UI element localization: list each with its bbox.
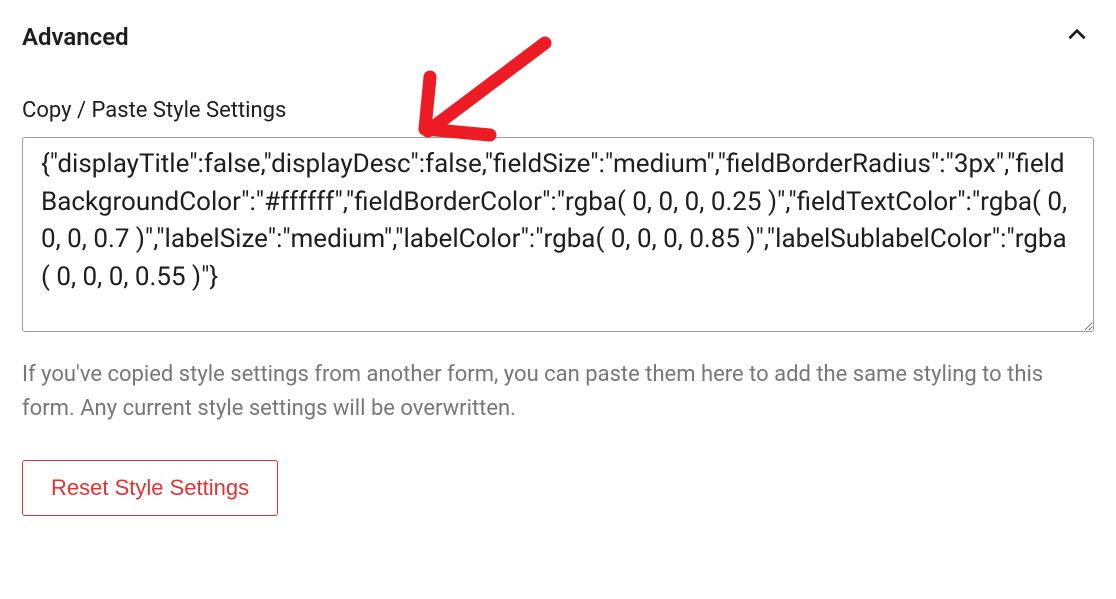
reset-style-button[interactable]: Reset Style Settings bbox=[22, 460, 278, 516]
chevron-up-icon bbox=[1064, 33, 1090, 52]
section-title: Advanced bbox=[22, 23, 129, 51]
style-settings-textarea[interactable] bbox=[22, 137, 1094, 332]
collapse-toggle[interactable] bbox=[1060, 18, 1094, 56]
field-label: Copy / Paste Style Settings bbox=[22, 98, 1094, 123]
section-header: Advanced bbox=[22, 18, 1094, 56]
help-text: If you've copied style settings from ano… bbox=[22, 358, 1094, 426]
